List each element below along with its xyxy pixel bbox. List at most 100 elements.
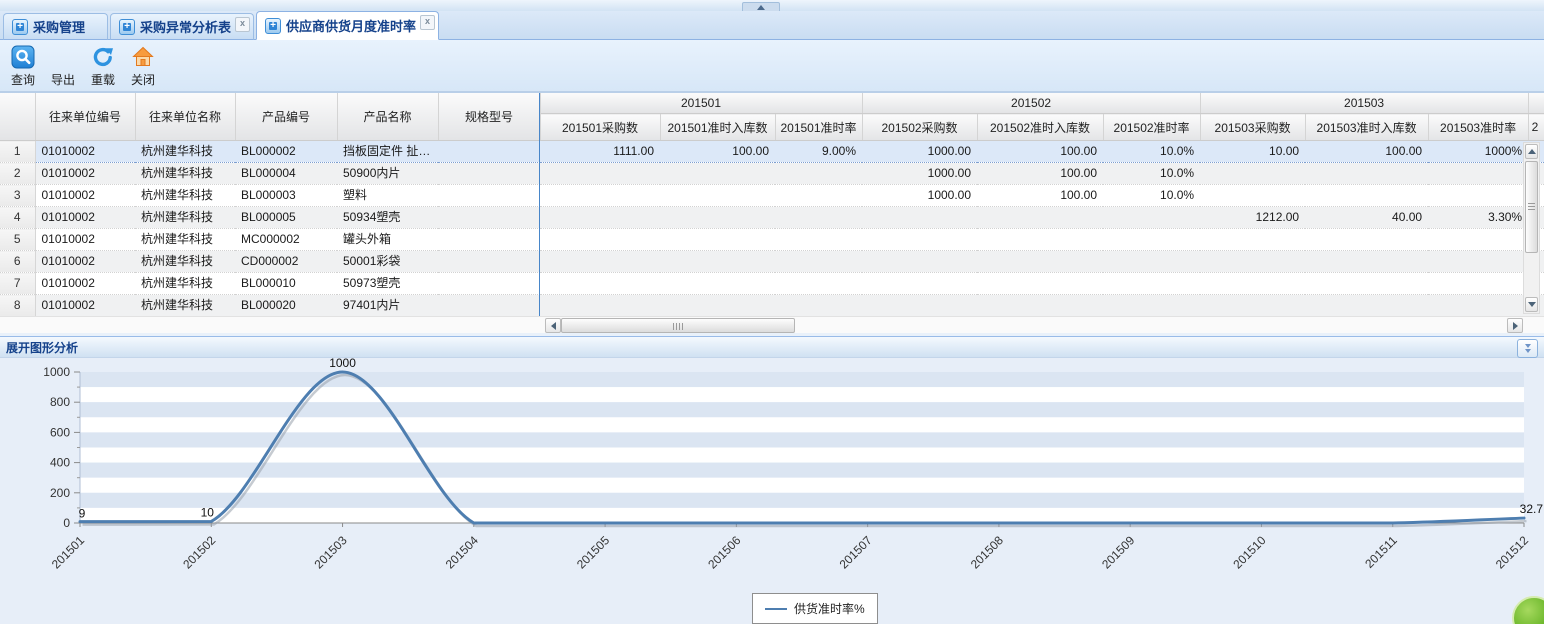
- row-number: 6: [0, 251, 35, 273]
- vertical-scrollbar[interactable]: [1523, 142, 1540, 314]
- table-row[interactable]: 801010002杭州建华科技BL00002097401内片: [0, 295, 1544, 317]
- cell: [977, 251, 1103, 273]
- cell: [775, 295, 862, 317]
- svg-text:10: 10: [201, 505, 215, 519]
- scroll-down-button[interactable]: [1525, 297, 1538, 312]
- table-row[interactable]: 601010002杭州建华科技CD00000250001彩袋: [0, 251, 1544, 273]
- table-row[interactable]: 101010002杭州建华科技BL000002挡板固定件 扯…1111.0010…: [0, 141, 1544, 163]
- column-header[interactable]: 规格型号: [438, 93, 540, 141]
- cell: CD000002: [235, 251, 337, 273]
- cell: [977, 295, 1103, 317]
- cell: 01010002: [35, 141, 135, 163]
- cell: 杭州建华科技: [135, 251, 235, 273]
- column-header[interactable]: 201502采购数: [862, 114, 977, 141]
- cell: [540, 229, 660, 251]
- cell: 杭州建华科技: [135, 207, 235, 229]
- svg-text:800: 800: [50, 395, 70, 409]
- cell: 1212.00: [1200, 207, 1305, 229]
- column-header[interactable]: 201501采购数: [540, 114, 660, 141]
- row-number: 3: [0, 185, 35, 207]
- cell: [775, 229, 862, 251]
- svg-text:201508: 201508: [968, 533, 1006, 571]
- cell: [1305, 229, 1428, 251]
- column-header[interactable]: 产品名称: [337, 93, 438, 141]
- cell: [540, 163, 660, 185]
- cell: 10.0%: [1103, 163, 1200, 185]
- column-header[interactable]: 产品编号: [235, 93, 337, 141]
- chart-legend[interactable]: 供货准时率%: [752, 593, 878, 624]
- column-group-header: 201502: [862, 93, 1200, 114]
- scroll-up-button[interactable]: [1525, 144, 1538, 159]
- svg-text:201502: 201502: [180, 533, 218, 571]
- cell: [438, 295, 540, 317]
- column-header[interactable]: 201501准时率: [775, 114, 862, 141]
- v-scrollbar-thumb[interactable]: [1525, 161, 1538, 253]
- button-label: 查询: [11, 71, 35, 88]
- cell: [438, 185, 540, 207]
- close-icon[interactable]: x: [235, 17, 250, 32]
- svg-text:32.7: 32.7: [1520, 502, 1544, 516]
- table-row[interactable]: 201010002杭州建华科技BL00000450900内片1000.00100…: [0, 163, 1544, 185]
- column-header[interactable]: 201501准时入库数: [660, 114, 775, 141]
- scroll-right-button[interactable]: [1507, 318, 1523, 333]
- cell: 挡板固定件 扯…: [337, 141, 438, 163]
- cell: [1428, 185, 1528, 207]
- cell: [660, 163, 775, 185]
- table-row[interactable]: 501010002杭州建华科技MC000002罐头外箱: [0, 229, 1544, 251]
- cell: [775, 185, 862, 207]
- cell: 3.30%: [1428, 207, 1528, 229]
- cell: [438, 141, 540, 163]
- column-header[interactable]: 201502准时入库数: [977, 114, 1103, 141]
- cell: [540, 273, 660, 295]
- cell: [1103, 295, 1200, 317]
- chart-panel: 展开图形分析 020040060080010002015012015022015…: [0, 336, 1544, 624]
- cell: [1200, 273, 1305, 295]
- h-scrollbar-thumb[interactable]: [561, 318, 795, 333]
- tab-supplier-ontime-rate[interactable]: 供应商供货月度准时率 x: [256, 11, 439, 40]
- chevron-down-icon[interactable]: [1517, 339, 1538, 358]
- cell: 100.00: [660, 141, 775, 163]
- column-header[interactable]: 往来单位名称: [135, 93, 235, 141]
- line-chart-svg: 0200400600800100020150120150220150320150…: [0, 358, 1544, 624]
- cell: [1200, 251, 1305, 273]
- overflow-column-header[interactable]: 2: [1528, 114, 1544, 141]
- cell: [1428, 273, 1528, 295]
- cell: [438, 207, 540, 229]
- cell: 100.00: [977, 185, 1103, 207]
- table-row[interactable]: 401010002杭州建华科技BL00000550934塑壳1212.0040.…: [0, 207, 1544, 229]
- cell: [540, 251, 660, 273]
- table-row[interactable]: 701010002杭州建华科技BL00001050973塑壳: [0, 273, 1544, 295]
- close-icon[interactable]: x: [420, 15, 435, 30]
- column-header[interactable]: 201502准时率: [1103, 114, 1200, 141]
- scroll-left-button[interactable]: [545, 318, 561, 333]
- close-button[interactable]: 关闭: [126, 44, 160, 88]
- column-header[interactable]: 201503准时率: [1428, 114, 1528, 141]
- export-button[interactable]: 导出: [46, 44, 80, 88]
- cell: [438, 163, 540, 185]
- reload-button[interactable]: 重载: [86, 44, 120, 88]
- column-header[interactable]: 201503采购数: [1200, 114, 1305, 141]
- cell: 01010002: [35, 229, 135, 251]
- legend-line-sample: [765, 608, 787, 610]
- tab-purchase-management[interactable]: 采购管理: [3, 13, 108, 40]
- column-header[interactable]: 往来单位编号: [35, 93, 135, 141]
- column-group-header: 201501: [540, 93, 862, 114]
- arrow-up-icon: [757, 5, 765, 10]
- button-label: 导出: [51, 71, 75, 88]
- cell: 97401内片: [337, 295, 438, 317]
- svg-text:201510: 201510: [1230, 533, 1268, 571]
- cell: [1200, 185, 1305, 207]
- column-header[interactable]: 201503准时入库数: [1305, 114, 1428, 141]
- table-row[interactable]: 301010002杭州建华科技BL000003塑料1000.00100.0010…: [0, 185, 1544, 207]
- row-number: 7: [0, 273, 35, 295]
- query-button[interactable]: 查询: [6, 44, 40, 88]
- horizontal-scrollbar[interactable]: [0, 316, 1544, 333]
- tab-purchase-anomaly-analysis[interactable]: 采购异常分析表 x: [110, 13, 254, 40]
- app-window: 采购管理 采购异常分析表 x 供应商供货月度准时率 x 查询 导出: [0, 0, 1544, 624]
- svg-text:201509: 201509: [1099, 533, 1137, 571]
- cell: [540, 207, 660, 229]
- cell: [1200, 295, 1305, 317]
- cell: 01010002: [35, 251, 135, 273]
- cell: [977, 207, 1103, 229]
- cell: [1305, 163, 1428, 185]
